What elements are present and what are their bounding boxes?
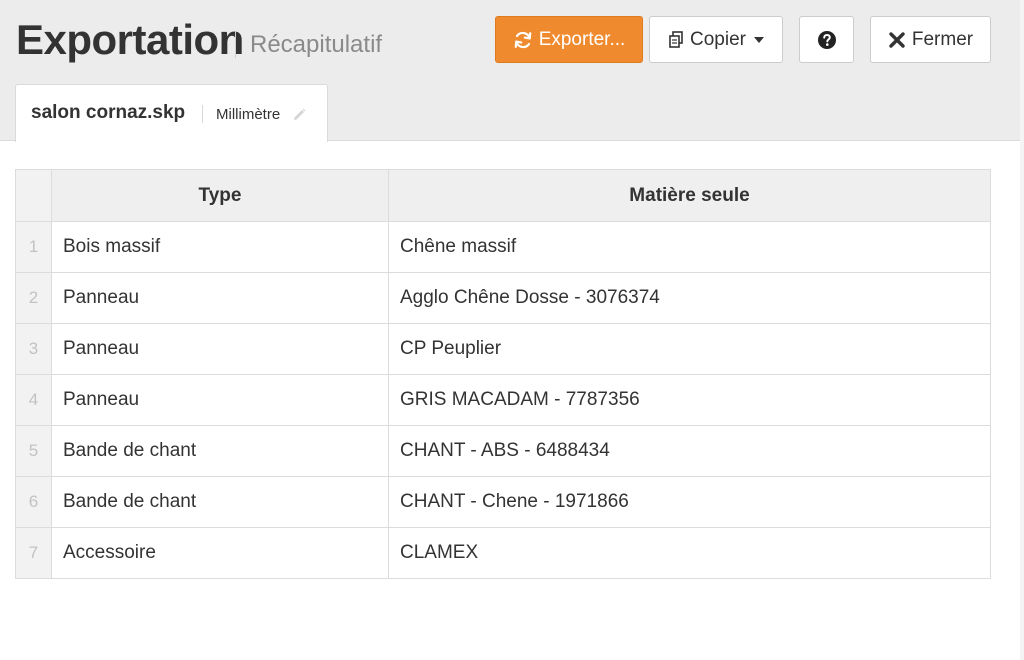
refresh-icon (514, 31, 531, 48)
cell-type[interactable]: Accessoire (51, 527, 389, 579)
table-row[interactable]: 7 Accessoire CLAMEX (15, 527, 991, 579)
cell-material[interactable]: CLAMEX (388, 527, 991, 579)
close-button-label: Fermer (911, 28, 974, 50)
copy-button-label: Copier (690, 28, 746, 50)
table-row[interactable]: 4 Panneau GRIS MACADAM - 7787356 (15, 374, 991, 426)
row-index-header (15, 169, 52, 222)
row-index: 1 (15, 221, 52, 273)
table-row[interactable]: 6 Bande de chant CHANT - Chene - 1971866 (15, 476, 991, 528)
row-index: 3 (15, 323, 52, 375)
question-circle-icon (817, 30, 836, 49)
table-row[interactable]: 3 Panneau CP Peuplier (15, 323, 991, 375)
cell-type[interactable]: Bois massif (51, 221, 389, 273)
help-button[interactable] (799, 16, 854, 63)
table-row[interactable]: 5 Bande de chant CHANT - ABS - 6488434 (15, 425, 991, 477)
chevron-down-icon (753, 36, 764, 43)
cell-material[interactable]: Agglo Chêne Dosse - 3076374 (388, 272, 991, 324)
tab-file-name: salon cornaz.skp (31, 102, 186, 123)
cell-material[interactable]: Chêne massif (388, 221, 991, 273)
title-divider (235, 31, 236, 58)
close-button[interactable]: Fermer (870, 16, 991, 63)
row-index: 4 (15, 374, 52, 426)
scrollbar-track[interactable] (1020, 0, 1024, 660)
cell-material[interactable]: CP Peuplier (388, 323, 991, 375)
export-button-label: Exporter... (538, 28, 626, 50)
close-icon (889, 31, 905, 48)
column-header-material[interactable]: Matière seule (388, 169, 991, 222)
unit-label: Millimètre (216, 106, 281, 123)
table-row[interactable]: 2 Panneau Agglo Chêne Dosse - 3076374 (15, 272, 991, 324)
copy-dropdown-button[interactable]: Copier (649, 16, 783, 63)
tab-file[interactable]: salon cornaz.skp Millimètre (15, 84, 328, 142)
row-index: 6 (15, 476, 52, 528)
cell-material[interactable]: CHANT - ABS - 6488434 (388, 425, 991, 477)
tab-divider (202, 105, 203, 123)
pencil-icon[interactable] (291, 107, 307, 128)
table-row[interactable]: 1 Bois massif Chêne massif (15, 221, 991, 273)
row-index: 7 (15, 527, 52, 579)
cell-type[interactable]: Panneau (51, 374, 389, 426)
export-button[interactable]: Exporter... (495, 16, 643, 63)
cell-type[interactable]: Bande de chant (51, 476, 389, 528)
cell-type[interactable]: Panneau (51, 323, 389, 375)
page-title: Exportation (16, 16, 244, 63)
page-subtitle: Récapitulatif (250, 31, 383, 58)
row-index: 2 (15, 272, 52, 324)
column-header-type[interactable]: Type (51, 169, 389, 222)
summary-table: Type Matière seule 1 Bois massif Chêne mas… (15, 169, 991, 579)
copy-icon (669, 30, 683, 48)
table-header-row: Type Matière seule (15, 169, 991, 222)
cell-type[interactable]: Panneau (51, 272, 389, 324)
cell-material[interactable]: GRIS MACADAM - 7787356 (388, 374, 991, 426)
cell-type[interactable]: Bande de chant (51, 425, 389, 477)
row-index: 5 (15, 425, 52, 477)
cell-material[interactable]: CHANT - Chene - 1971866 (388, 476, 991, 528)
